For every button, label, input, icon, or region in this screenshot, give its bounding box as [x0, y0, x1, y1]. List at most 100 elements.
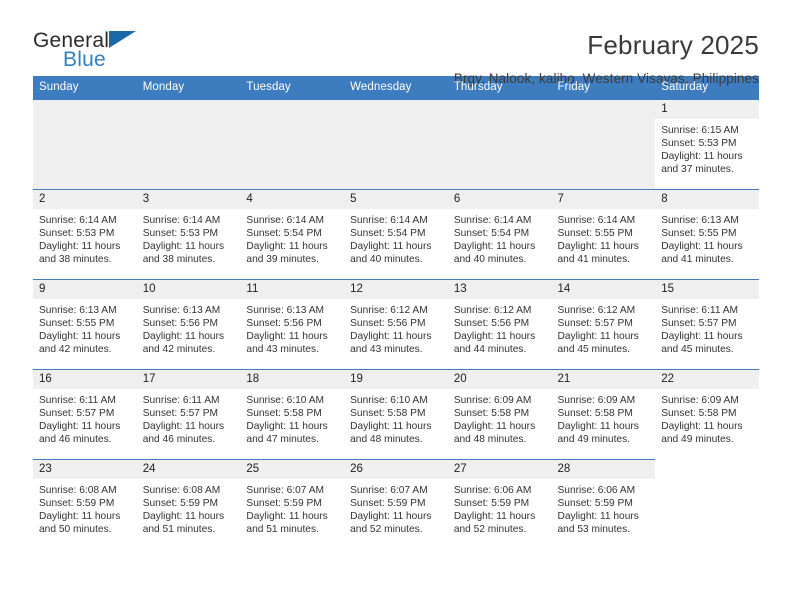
- calendar-day-cell[interactable]: 25 Sunrise: 6:07 AM Sunset: 5:59 PM Dayligh…: [240, 459, 345, 550]
- calendar-day-cell[interactable]: 28 Sunrise: 6:06 AM Sunset: 5:59 PM Dayligh…: [551, 459, 656, 550]
- sunrise-time: Sunrise: 6:10 AM: [350, 395, 428, 406]
- calendar-day-cell[interactable]: 15 Sunrise: 6:11 AM Sunset: 5:57 PM Dayligh…: [655, 279, 759, 370]
- calendar-day-cell[interactable]: 3 Sunrise: 6:14 AM Sunset: 5:53 PM Daylight…: [136, 189, 241, 280]
- sunrise-time: Sunrise: 6:06 AM: [557, 485, 636, 496]
- sunrise-time: Sunrise: 6:09 AM: [453, 395, 532, 406]
- sunrise-time: Sunrise: 6:07 AM: [350, 485, 428, 496]
- calendar-day-cell[interactable]: 5 Sunrise: 6:14 AM Sunset: 5:54 PM Daylight…: [344, 189, 448, 280]
- calendar-day-cell[interactable]: 16 Sunrise: 6:11 AM Sunset: 5:57 PM Dayligh…: [33, 369, 137, 460]
- calendar-day-cell[interactable]: 2 Sunrise: 6:14 AM Sunset: 5:53 PM Daylight…: [33, 189, 137, 280]
- daylight-duration: Daylight: 11 hours and 43 minutes.: [246, 331, 328, 356]
- calendar-day-cell[interactable]: 21 Sunrise: 6:09 AM Sunset: 5:58 PM Dayligh…: [551, 369, 656, 460]
- calendar-day-cell[interactable]: 24 Sunrise: 6:08 AM Sunset: 5:59 PM Dayligh…: [136, 459, 241, 550]
- sunset-time: Sunset: 5:53 PM: [142, 228, 219, 240]
- day-details: Sunrise: 6:10 AM Sunset: 5:58 PM Daylight:…: [344, 389, 448, 446]
- triangle-icon: [109, 31, 136, 48]
- daylight-duration: Daylight: 11 hours and 42 minutes.: [142, 331, 225, 356]
- sunset-time: Sunset: 5:58 PM: [453, 408, 530, 420]
- day-details: Sunrise: 6:14 AM Sunset: 5:53 PM Daylight:…: [137, 209, 241, 266]
- daylight-duration: Daylight: 11 hours and 53 minutes.: [557, 511, 639, 536]
- day-number: 19: [344, 370, 448, 389]
- day-number: 6: [447, 190, 552, 209]
- day-number: 3: [136, 190, 241, 209]
- day-number: 8: [655, 190, 759, 209]
- day-number: 14: [551, 280, 656, 299]
- day-number: 26: [344, 460, 448, 479]
- sunset-time: Sunset: 5:55 PM: [557, 228, 633, 240]
- daylight-duration: Daylight: 11 hours and 50 minutes.: [39, 511, 121, 536]
- day-details: Sunrise: 6:10 AM Sunset: 5:58 PM Daylight:…: [240, 389, 344, 446]
- day-details: Sunrise: 6:14 AM Sunset: 5:55 PM Daylight:…: [552, 209, 656, 266]
- calendar-cell-empty: [655, 459, 759, 550]
- calendar-day-cell[interactable]: 6 Sunrise: 6:14 AM Sunset: 5:54 PM Daylight…: [447, 189, 552, 280]
- weekday-header-monday: Monday: [136, 76, 241, 100]
- sunrise-time: Sunrise: 6:14 AM: [142, 215, 221, 226]
- calendar-day-cell[interactable]: 17 Sunrise: 6:11 AM Sunset: 5:57 PM Dayligh…: [136, 369, 241, 460]
- sunset-time: Sunset: 5:57 PM: [142, 408, 219, 420]
- calendar-day-cell[interactable]: 11 Sunrise: 6:13 AM Sunset: 5:56 PM Dayligh…: [240, 279, 345, 370]
- day-number: 25: [240, 460, 345, 479]
- day-details: Sunrise: 6:14 AM Sunset: 5:54 PM Daylight:…: [240, 209, 344, 266]
- calendar-day-cell[interactable]: 23 Sunrise: 6:08 AM Sunset: 5:59 PM Dayligh…: [33, 459, 137, 550]
- calendar-day-cell[interactable]: 12 Sunrise: 6:12 AM Sunset: 5:56 PM Dayligh…: [344, 279, 448, 370]
- sunset-time: Sunset: 5:56 PM: [246, 318, 322, 330]
- calendar-day-cell[interactable]: 9 Sunrise: 6:13 AM Sunset: 5:55 PM Daylight…: [33, 279, 137, 370]
- sunrise-time: Sunrise: 6:11 AM: [39, 395, 116, 406]
- daylight-duration: Daylight: 11 hours and 40 minutes.: [453, 241, 536, 266]
- day-details: Sunrise: 6:08 AM Sunset: 5:59 PM Daylight:…: [137, 479, 241, 536]
- daylight-duration: Daylight: 11 hours and 46 minutes.: [142, 421, 225, 446]
- day-details: Sunrise: 6:14 AM Sunset: 5:54 PM Daylight:…: [448, 209, 552, 266]
- logo-word-blue: Blue: [63, 48, 106, 71]
- sunset-time: Sunset: 5:53 PM: [661, 138, 737, 150]
- day-details: Sunrise: 6:07 AM Sunset: 5:59 PM Daylight:…: [344, 479, 448, 536]
- sunrise-time: Sunrise: 6:13 AM: [39, 305, 117, 316]
- calendar-day-cell[interactable]: 19 Sunrise: 6:10 AM Sunset: 5:58 PM Dayligh…: [344, 369, 448, 460]
- calendar-week-row: 16 Sunrise: 6:11 AM Sunset: 5:57 PM Dayligh…: [33, 369, 759, 460]
- calendar-day-cell[interactable]: 14 Sunrise: 6:12 AM Sunset: 5:57 PM Dayligh…: [551, 279, 656, 370]
- calendar-day-cell[interactable]: 26 Sunrise: 6:07 AM Sunset: 5:59 PM Dayligh…: [344, 459, 448, 550]
- calendar-week-row: 23 Sunrise: 6:08 AM Sunset: 5:59 PM Dayligh…: [33, 459, 759, 550]
- calendar-day-cell[interactable]: 20 Sunrise: 6:09 AM Sunset: 5:58 PM Dayligh…: [447, 369, 552, 460]
- day-number: 24: [136, 460, 241, 479]
- sunset-time: Sunset: 5:54 PM: [246, 228, 322, 240]
- calendar-cell-empty: [136, 99, 241, 190]
- calendar-day-cell[interactable]: 22 Sunrise: 6:09 AM Sunset: 5:58 PM Dayligh…: [655, 369, 759, 460]
- day-details: Sunrise: 6:11 AM Sunset: 5:57 PM Daylight:…: [655, 299, 759, 356]
- day-details: Sunrise: 6:09 AM Sunset: 5:58 PM Daylight:…: [655, 389, 759, 446]
- day-details: Sunrise: 6:14 AM Sunset: 5:54 PM Daylight:…: [344, 209, 448, 266]
- calendar-day-cell[interactable]: 18 Sunrise: 6:10 AM Sunset: 5:58 PM Dayligh…: [240, 369, 345, 460]
- calendar-cell-empty: [447, 99, 552, 190]
- calendar-day-cell[interactable]: 27 Sunrise: 6:06 AM Sunset: 5:59 PM Dayligh…: [447, 459, 552, 550]
- day-details: Sunrise: 6:07 AM Sunset: 5:59 PM Daylight:…: [240, 479, 344, 536]
- sunset-time: Sunset: 5:59 PM: [350, 498, 426, 510]
- sunrise-sunset-calendar: Sunday Monday Tuesday Wednesday Thursday…: [33, 76, 759, 550]
- calendar-week-row: 9 Sunrise: 6:13 AM Sunset: 5:55 PM Daylight…: [33, 279, 759, 370]
- general-blue-logo[interactable]: General Blue: [33, 30, 173, 78]
- day-number: 1: [655, 100, 759, 119]
- daylight-duration: Daylight: 11 hours and 48 minutes.: [350, 421, 432, 446]
- daylight-duration: Daylight: 11 hours and 49 minutes.: [557, 421, 639, 446]
- daylight-duration: Daylight: 11 hours and 45 minutes.: [661, 331, 743, 356]
- day-number: 9: [33, 280, 137, 299]
- sunset-time: Sunset: 5:57 PM: [39, 408, 115, 420]
- sunset-time: Sunset: 5:58 PM: [350, 408, 426, 420]
- calendar-day-cell[interactable]: 8 Sunrise: 6:13 AM Sunset: 5:55 PM Daylight…: [655, 189, 759, 280]
- daylight-duration: Daylight: 11 hours and 41 minutes.: [557, 241, 639, 266]
- calendar-week-row: 1 Sunrise: 6:15 AM Sunset: 5:53 PM Daylight…: [33, 99, 759, 190]
- calendar-day-cell[interactable]: 1 Sunrise: 6:15 AM Sunset: 5:53 PM Daylight…: [655, 99, 759, 190]
- calendar-day-cell[interactable]: 13 Sunrise: 6:12 AM Sunset: 5:56 PM Dayligh…: [447, 279, 552, 370]
- day-details: Sunrise: 6:11 AM Sunset: 5:57 PM Daylight:…: [33, 389, 137, 446]
- sunset-time: Sunset: 5:59 PM: [557, 498, 633, 510]
- daylight-duration: Daylight: 11 hours and 44 minutes.: [453, 331, 536, 356]
- sunrise-time: Sunrise: 6:15 AM: [661, 125, 739, 136]
- daylight-duration: Daylight: 11 hours and 46 minutes.: [39, 421, 121, 446]
- title-block: February 2025 Brgy. Nalook, kalibo, West…: [454, 30, 759, 86]
- calendar-cell-empty: [33, 99, 137, 190]
- day-details: Sunrise: 6:12 AM Sunset: 5:56 PM Daylight:…: [344, 299, 448, 356]
- sunrise-time: Sunrise: 6:08 AM: [142, 485, 221, 496]
- calendar-day-cell[interactable]: 10 Sunrise: 6:13 AM Sunset: 5:56 PM Dayligh…: [136, 279, 241, 370]
- calendar-day-cell[interactable]: 4 Sunrise: 6:14 AM Sunset: 5:54 PM Daylight…: [240, 189, 345, 280]
- day-number: 21: [551, 370, 656, 389]
- sunrise-time: Sunrise: 6:11 AM: [142, 395, 220, 406]
- calendar-day-cell[interactable]: 7 Sunrise: 6:14 AM Sunset: 5:55 PM Daylight…: [551, 189, 656, 280]
